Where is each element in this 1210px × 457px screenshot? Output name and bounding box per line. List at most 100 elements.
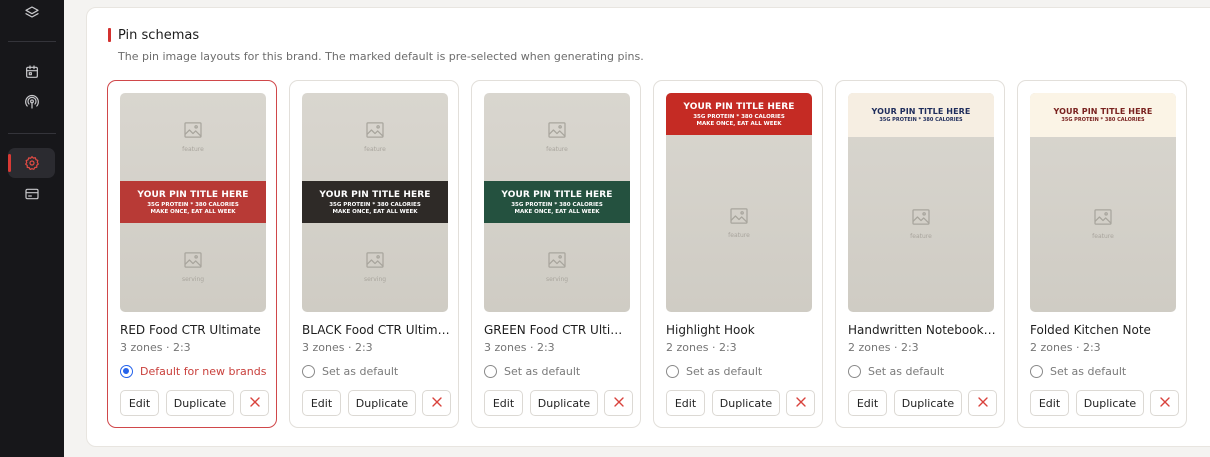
band-title: YOUR PIN TITLE HERE <box>319 189 431 200</box>
band-line: 35G PROTEIN * 380 CALORIES <box>147 201 239 208</box>
edit-button[interactable]: Edit <box>666 390 705 416</box>
zone-label: feature <box>364 145 386 153</box>
schema-card[interactable]: feature YOUR PIN TITLE HERE 35G PROTEIN … <box>107 80 277 428</box>
schema-name: RED Food CTR Ultimate <box>120 323 261 337</box>
zone-label: serving <box>181 276 205 283</box>
calendar-icon[interactable] <box>21 61 43 83</box>
delete-button[interactable] <box>240 390 269 416</box>
title-band: YOUR PIN TITLE HERE 35G PROTEIN * 380 CA… <box>848 93 994 137</box>
band-line: MAKE ONCE, EAT ALL WEEK <box>150 208 236 215</box>
schema-meta: 2 zones · 2:3 <box>848 341 919 354</box>
card-icon[interactable] <box>21 183 43 205</box>
delete-button[interactable] <box>1150 390 1179 416</box>
edit-button[interactable]: Edit <box>484 390 523 416</box>
radio-icon[interactable] <box>120 365 133 378</box>
image-placeholder-icon <box>184 121 202 142</box>
radio-icon[interactable] <box>848 365 861 378</box>
radio-icon[interactable] <box>666 365 679 378</box>
duplicate-button[interactable]: Duplicate <box>166 390 234 416</box>
schema-name: GREEN Food CTR Ultimate <box>484 323 632 337</box>
duplicate-button[interactable]: Duplicate <box>1076 390 1144 416</box>
zone-label: feature <box>1092 233 1114 240</box>
edit-button[interactable]: Edit <box>120 390 159 416</box>
delete-button[interactable] <box>968 390 997 416</box>
duplicate-button[interactable]: Duplicate <box>894 390 962 416</box>
schema-thumbnail[interactable]: feature YOUR PIN TITLE HERE 35G PROTEIN … <box>302 93 448 312</box>
band-title: YOUR PIN TITLE HERE <box>501 189 613 200</box>
schema-thumbnail[interactable]: feature YOUR PIN TITLE HERE 35G PROTEIN … <box>484 93 630 312</box>
duplicate-button[interactable]: Duplicate <box>348 390 416 416</box>
zone-label: feature <box>182 145 204 153</box>
schema-meta: 3 zones · 2:3 <box>120 341 191 354</box>
settings-icon[interactable] <box>21 152 43 174</box>
title-band: YOUR PIN TITLE HERE 35G PROTEIN * 380 CA… <box>120 181 266 223</box>
image-placeholder-icon <box>548 252 566 272</box>
sidebar-divider <box>8 133 56 134</box>
band-title: YOUR PIN TITLE HERE <box>683 101 795 112</box>
band-line: 35G PROTEIN * 380 CALORIES <box>511 201 603 208</box>
zone-label: feature <box>910 233 932 240</box>
band-line: 35G PROTEIN * 380 CALORIES <box>879 117 963 123</box>
section-title-marker <box>108 28 111 42</box>
default-radio[interactable]: Set as default <box>666 365 762 378</box>
feature-zone: feature <box>666 135 812 312</box>
sidebar-divider <box>8 41 56 42</box>
title-band: YOUR PIN TITLE HERE 35G PROTEIN * 380 CA… <box>484 181 630 223</box>
image-placeholder-icon <box>912 209 930 229</box>
image-placeholder-icon <box>366 121 384 142</box>
serving-zone: serving <box>302 223 448 312</box>
image-placeholder-icon <box>366 252 384 272</box>
feature-zone: feature <box>484 93 630 181</box>
schema-name: BLACK Food CTR Ultimate <box>302 323 450 337</box>
feature-zone: feature <box>848 137 994 312</box>
delete-button[interactable] <box>786 390 815 416</box>
default-radio[interactable]: Set as default <box>302 365 398 378</box>
schema-card[interactable]: feature YOUR PIN TITLE HERE 35G PROTEIN … <box>289 80 459 428</box>
schema-thumbnail[interactable]: YOUR PIN TITLE HERE 35G PROTEIN * 380 CA… <box>848 93 994 312</box>
radio-icon[interactable] <box>1030 365 1043 378</box>
schema-thumbnail[interactable]: YOUR PIN TITLE HERE 35G PROTEIN * 380 CA… <box>1030 93 1176 312</box>
layers-icon[interactable] <box>21 2 43 24</box>
schema-meta: 2 zones · 2:3 <box>666 341 737 354</box>
schema-card[interactable]: feature YOUR PIN TITLE HERE 35G PROTEIN … <box>471 80 641 428</box>
delete-button[interactable] <box>422 390 451 416</box>
schema-meta: 3 zones · 2:3 <box>302 341 373 354</box>
default-label: Set as default <box>1050 365 1127 378</box>
default-radio[interactable]: Set as default <box>1030 365 1126 378</box>
radio-icon[interactable] <box>484 365 497 378</box>
schema-meta: 2 zones · 2:3 <box>1030 341 1101 354</box>
schema-card[interactable]: YOUR PIN TITLE HERE 35G PROTEIN * 380 CA… <box>1017 80 1187 428</box>
default-radio[interactable]: Set as default <box>484 365 580 378</box>
edit-button[interactable]: Edit <box>848 390 887 416</box>
duplicate-button[interactable]: Duplicate <box>712 390 780 416</box>
band-line: MAKE ONCE, EAT ALL WEEK <box>696 120 782 127</box>
zone-label: serving <box>545 276 569 283</box>
default-radio[interactable]: Set as default <box>848 365 944 378</box>
default-label: Default for new brands <box>140 365 267 378</box>
serving-zone: serving <box>484 223 630 312</box>
schema-card[interactable]: YOUR PIN TITLE HERE 35G PROTEIN * 380 CA… <box>835 80 1005 428</box>
section-title-text: Pin schemas <box>118 27 200 43</box>
zone-label: feature <box>728 232 750 239</box>
edit-button[interactable]: Edit <box>302 390 341 416</box>
schema-thumbnail[interactable]: YOUR PIN TITLE HERE 35G PROTEIN * 380 CA… <box>666 93 812 312</box>
close-icon <box>977 396 988 410</box>
default-radio[interactable]: Default for new brands <box>120 365 266 378</box>
close-icon <box>613 396 624 410</box>
schema-card[interactable]: YOUR PIN TITLE HERE 35G PROTEIN * 380 CA… <box>653 80 823 428</box>
podcast-icon[interactable] <box>21 91 43 113</box>
band-title: YOUR PIN TITLE HERE <box>137 189 249 200</box>
image-placeholder-icon <box>1094 209 1112 229</box>
schema-thumbnail[interactable]: feature YOUR PIN TITLE HERE 35G PROTEIN … <box>120 93 266 312</box>
close-icon <box>1159 396 1170 410</box>
delete-button[interactable] <box>604 390 633 416</box>
edit-button[interactable]: Edit <box>1030 390 1069 416</box>
band-line: 35G PROTEIN * 380 CALORIES <box>329 201 421 208</box>
title-band: YOUR PIN TITLE HERE 35G PROTEIN * 380 CA… <box>666 93 812 135</box>
duplicate-button[interactable]: Duplicate <box>530 390 598 416</box>
radio-icon[interactable] <box>302 365 315 378</box>
feature-zone: feature <box>302 93 448 181</box>
schema-meta: 3 zones · 2:3 <box>484 341 555 354</box>
sidebar <box>0 0 64 457</box>
schema-name: Handwritten Notebook Card <box>848 323 996 337</box>
